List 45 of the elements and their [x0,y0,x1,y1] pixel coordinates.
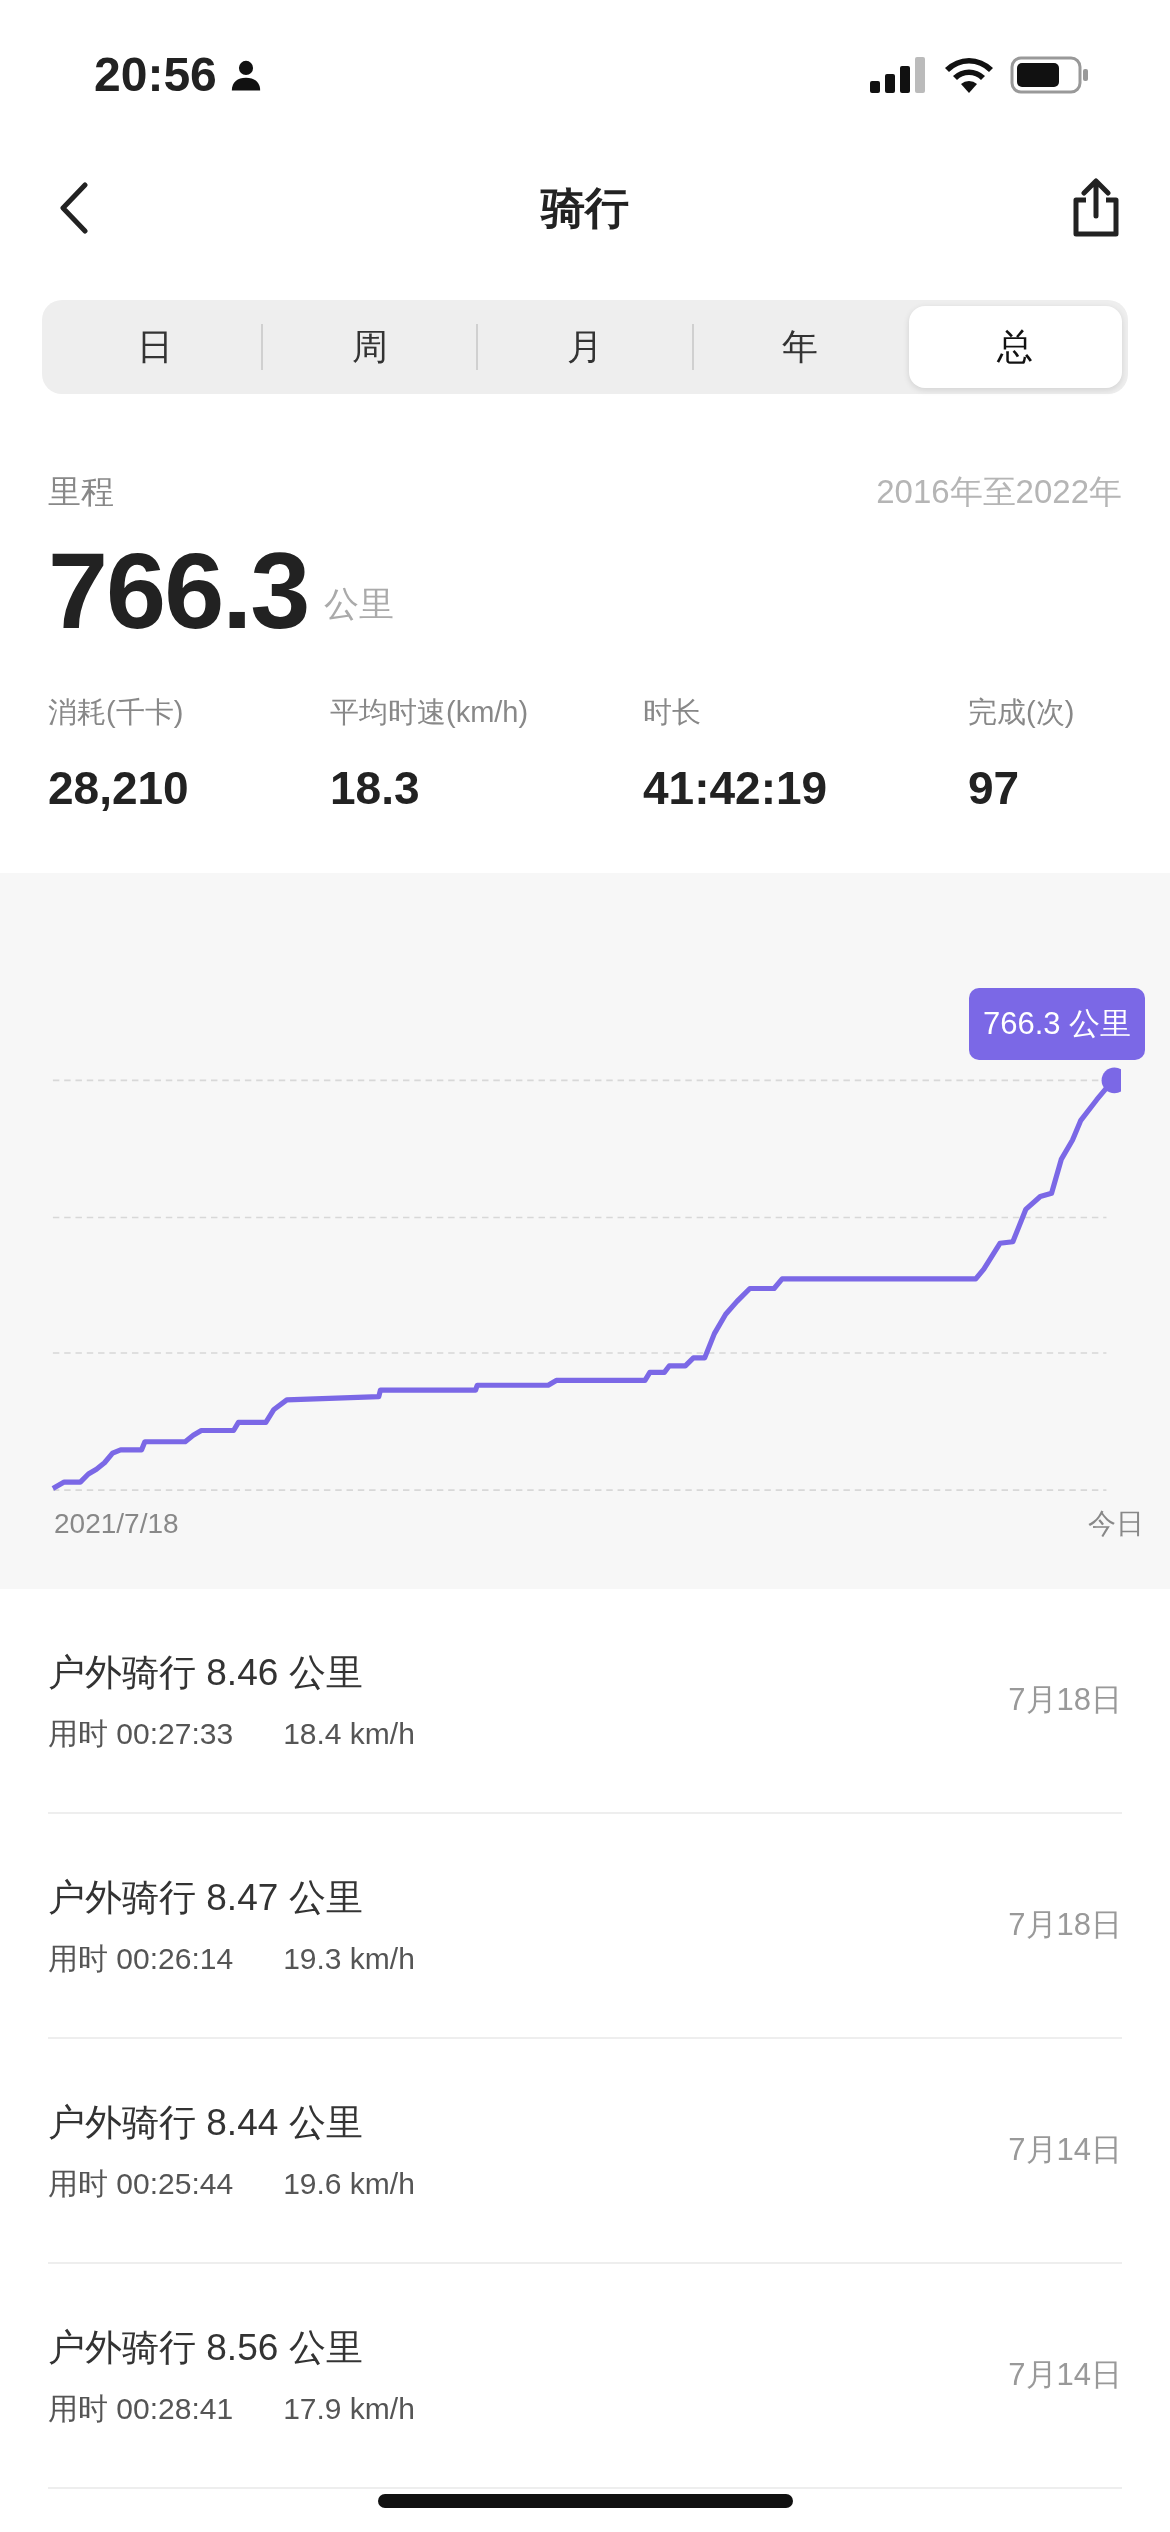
stat-label: 完成(次) [968,694,1076,730]
distance-unit: 公里 [324,583,395,625]
activity-duration: 用时 00:27:33 [48,1715,234,1752]
page-title: 骑行 [541,181,629,234]
activity-row[interactable]: 户外骑行 8.56 公里 用时 00:28:41 17.9 km/h 7月14日 [48,2264,1122,2489]
date-range: 2016年至2022年 [876,472,1122,512]
stat-label: 时长 [643,694,702,730]
period-tab[interactable]: 年 [693,306,907,388]
activity-row[interactable]: 户外骑行 8.46 公里 用时 00:27:33 18.4 km/h 7月18日 [48,1589,1122,1814]
period-tab[interactable]: 周 [263,306,477,388]
activity-title: 户外骑行 8.47 公里 [48,1876,364,1921]
wifi-icon [944,57,994,93]
activity-date: 7月18日 [1008,1681,1122,1720]
x-axis-end-label: 今日 [1088,1507,1144,1541]
activity-duration: 用时 00:28:41 [48,2390,234,2427]
activity-date: 7月14日 [1008,2356,1122,2395]
activity-date: 7月14日 [1008,2131,1122,2170]
activity-row[interactable]: 户外骑行 8.44 公里 用时 00:25:44 19.6 km/h 7月14日 [48,2039,1122,2264]
stat-value: 28,210 [48,761,190,816]
status-time: 20:56 [94,47,217,103]
stat-value: 41:42:19 [643,761,829,816]
stat-value: 18.3 [330,761,421,816]
activity-duration: 用时 00:25:44 [48,2165,234,2202]
battery-icon [1010,56,1090,94]
period-tab[interactable]: 日 [48,306,262,388]
activity-row[interactable]: 户外骑行 8.47 公里 用时 00:26:14 19.3 km/h 7月18日 [48,1814,1122,2039]
activity-speed: 18.4 km/h [283,1715,415,1752]
stat-label: 消耗(千卡) [48,694,185,730]
stat-value: 97 [968,761,1021,816]
activity-title: 户外骑行 8.56 公里 [48,2326,364,2371]
signal-icon [870,57,928,93]
period-tab[interactable]: 总 [908,306,1122,388]
total-distance: 766.3 [48,530,309,651]
activity-duration: 用时 00:26:14 [48,1940,234,1977]
stat-label: 平均时速(km/h) [330,694,530,730]
activity-speed: 17.9 km/h [283,2390,415,2427]
distance-label: 里程 [48,472,114,512]
activity-title: 户外骑行 8.46 公里 [48,1651,364,1696]
activity-speed: 19.6 km/h [283,2165,415,2202]
x-axis-start-label: 2021/7/18 [54,1507,179,1541]
activity-speed: 19.3 km/h [283,1940,415,1977]
chart-tooltip: 766.3 公里 [969,988,1146,1060]
activity-title: 户外骑行 8.44 公里 [48,2101,364,2146]
period-tab[interactable]: 月 [478,306,692,388]
activity-date: 7月18日 [1008,1906,1122,1945]
